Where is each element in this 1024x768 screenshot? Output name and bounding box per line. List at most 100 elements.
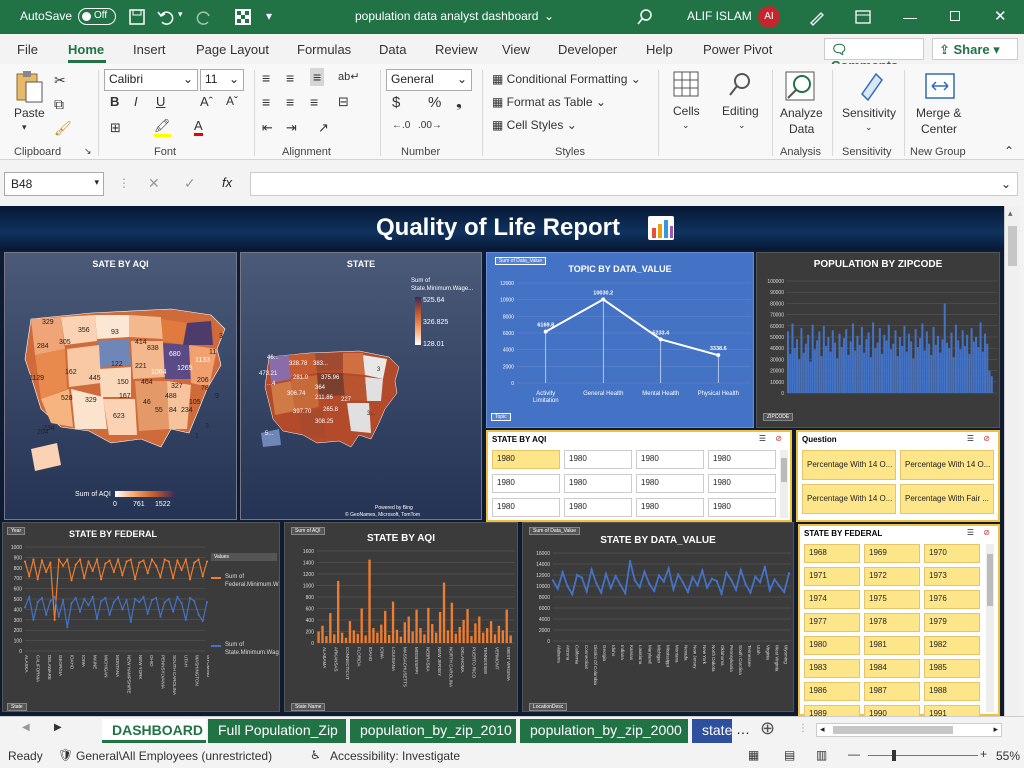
decrease-decimal-icon[interactable]: .00→ bbox=[418, 120, 442, 131]
zoom-level[interactable]: 55% bbox=[996, 749, 1020, 763]
align-top-icon[interactable]: ≡ bbox=[262, 70, 270, 86]
sensitivity-status-icon[interactable]: 🛡 bbox=[58, 748, 73, 762]
tab-review[interactable]: Review bbox=[435, 42, 478, 57]
slicer-item[interactable]: 1986 bbox=[804, 682, 860, 701]
grid-icon[interactable] bbox=[234, 8, 252, 26]
tab-help[interactable]: Help bbox=[646, 42, 673, 57]
sensitivity-button[interactable]: Sensitivity bbox=[842, 106, 896, 120]
merge-icon[interactable]: ⊟ bbox=[338, 94, 349, 110]
slicer-item[interactable]: 1980 bbox=[636, 450, 704, 469]
font-color-icon[interactable]: A bbox=[194, 118, 203, 136]
slicer-item[interactable]: 1987 bbox=[864, 682, 920, 701]
undo-icon[interactable] bbox=[156, 8, 174, 26]
fill-color-icon[interactable]: 🖍 bbox=[154, 118, 171, 137]
cells-icon[interactable] bbox=[672, 70, 700, 98]
search-icon[interactable] bbox=[636, 8, 654, 26]
state-name-filter-button[interactable]: State Name bbox=[291, 703, 326, 711]
multi-select-icon[interactable]: ☰ bbox=[759, 434, 766, 443]
align-right-icon[interactable]: ≡ bbox=[310, 94, 318, 110]
tab-dashboard[interactable]: DASHBOARD bbox=[102, 719, 206, 743]
tab-page-layout[interactable]: Page Layout bbox=[196, 42, 269, 57]
tab-power-pivot[interactable]: Power Pivot bbox=[703, 42, 772, 57]
tab-formulas[interactable]: Formulas bbox=[297, 42, 351, 57]
cut-icon[interactable]: ✂ bbox=[54, 72, 66, 89]
slicer-scrollbar[interactable] bbox=[986, 544, 994, 712]
slicer-item[interactable]: 1977 bbox=[804, 613, 860, 632]
sensitivity-dropdown-icon[interactable]: ⌄ bbox=[865, 122, 873, 133]
slicer-item[interactable]: 1983 bbox=[804, 659, 860, 678]
merge-label-2[interactable]: Center bbox=[921, 122, 957, 136]
percent-icon[interactable]: % bbox=[428, 94, 441, 111]
tab-data[interactable]: Data bbox=[379, 42, 406, 57]
slicer-item[interactable]: 1979 bbox=[924, 613, 980, 632]
slicer-item[interactable]: 1980 bbox=[492, 450, 560, 469]
analyze-data-icon[interactable] bbox=[784, 70, 816, 102]
zoom-slider-thumb[interactable] bbox=[892, 750, 896, 761]
slicer-item[interactable]: 1980 bbox=[564, 450, 632, 469]
italic-icon[interactable]: I bbox=[134, 94, 138, 109]
normal-view-icon[interactable]: ▦ bbox=[748, 748, 759, 762]
customize-toolbar-icon[interactable]: ▾ bbox=[266, 9, 272, 23]
tab-full-population-zip[interactable]: Full Population_Zip bbox=[208, 719, 346, 743]
comma-icon[interactable]: ❟ bbox=[456, 94, 462, 111]
scroll-thumb[interactable] bbox=[1008, 226, 1017, 266]
slicer-item[interactable]: 1969 bbox=[864, 544, 920, 563]
us-map-state[interactable] bbox=[259, 349, 409, 449]
aqi-bar-chart[interactable]: 0 200 400 600 800 1000 1200 1400 1600 ALABAMA ARKA… bbox=[285, 543, 518, 703]
slicer-item[interactable]: 1981 bbox=[864, 636, 920, 655]
state-filter-button[interactable]: State bbox=[7, 703, 27, 711]
tab-population-2000[interactable]: population_by_zip_2000 bbox=[520, 719, 688, 743]
enter-icon[interactable]: ✓ bbox=[184, 175, 196, 192]
slicer-item[interactable]: 1973 bbox=[924, 567, 980, 586]
topic-line-chart[interactable]: 0 2000 4000 6000 8000 10000 12000 6169.8 Activit… bbox=[487, 275, 754, 415]
slicer-item[interactable]: 1975 bbox=[864, 590, 920, 609]
slicer-item[interactable]: 1980 bbox=[564, 474, 632, 493]
tab-population-2010[interactable]: population_by_zip_2010 bbox=[350, 719, 516, 743]
next-sheet-icon[interactable]: ▶ bbox=[54, 722, 62, 733]
number-format-select[interactable]: General ⌄ bbox=[386, 69, 472, 91]
minimize-icon[interactable]: — bbox=[903, 9, 917, 25]
avatar[interactable]: AI bbox=[758, 6, 780, 28]
save-icon[interactable] bbox=[128, 8, 146, 26]
slicer-item[interactable]: 1985 bbox=[924, 659, 980, 678]
title-dropdown-icon[interactable]: ⌄ bbox=[544, 9, 554, 23]
analyze-label[interactable]: Analyze bbox=[780, 106, 823, 120]
slicer-item[interactable]: 1980 bbox=[804, 636, 860, 655]
close-icon[interactable]: ✕ bbox=[994, 7, 1007, 25]
slicer-item[interactable]: Percentage With 14 O... bbox=[802, 484, 896, 514]
add-sheet-icon[interactable]: ⊕ bbox=[760, 718, 775, 739]
tab-developer[interactable]: Developer bbox=[558, 42, 617, 57]
status-accessibility[interactable]: Accessibility: Investigate bbox=[330, 749, 460, 763]
format-as-table-button[interactable]: ▦ Format as Table ⌄ bbox=[492, 95, 606, 109]
slicer-item[interactable]: 1970 bbox=[924, 544, 980, 563]
scroll-up-icon[interactable]: ▴ bbox=[1008, 208, 1013, 219]
slicer-item[interactable]: 1982 bbox=[924, 636, 980, 655]
clear-filter-icon[interactable]: ⊘ bbox=[775, 434, 782, 443]
page-break-view-icon[interactable]: ▥ bbox=[816, 748, 827, 762]
analyze-label-2[interactable]: Data bbox=[789, 122, 814, 136]
autosave-toggle[interactable]: Off bbox=[78, 8, 116, 25]
merge-center-icon[interactable] bbox=[924, 70, 956, 102]
popzip-bar-chart[interactable]: 0 10000 20000 30000 40000 50000 60000 70000 8000… bbox=[757, 275, 1000, 415]
border-icon[interactable]: ⊞ bbox=[110, 120, 121, 136]
cells-button[interactable]: Cells bbox=[673, 104, 700, 118]
paste-dropdown-icon[interactable]: ▾ bbox=[22, 122, 27, 133]
clipboard-launcher-icon[interactable]: ↘ bbox=[84, 146, 92, 157]
align-middle-icon[interactable]: ≡ bbox=[286, 70, 294, 86]
slicer-scroll-thumb[interactable] bbox=[781, 458, 787, 482]
bold-icon[interactable]: B bbox=[110, 94, 119, 109]
redo-icon[interactable] bbox=[196, 8, 214, 26]
collapse-ribbon-icon[interactable]: ⌃ bbox=[1004, 144, 1014, 158]
dv-field-button[interactable]: Sum of Data_Value bbox=[529, 527, 580, 535]
slicer-item[interactable]: 1980 bbox=[636, 498, 704, 517]
document-title[interactable]: population data analyst dashboard bbox=[355, 9, 538, 23]
page-layout-view-icon[interactable]: ▤ bbox=[784, 748, 795, 762]
horizontal-scrollbar[interactable]: ◂ ▸ bbox=[816, 723, 1002, 737]
popzip-filter-button[interactable]: ZIPCODE bbox=[763, 413, 794, 421]
clear-filter-icon[interactable]: ⊘ bbox=[983, 434, 990, 443]
slicer-item[interactable]: 1971 bbox=[804, 567, 860, 586]
orientation-icon[interactable]: ↗ bbox=[318, 120, 329, 136]
insert-function-icon[interactable]: fx bbox=[222, 175, 232, 190]
tab-home[interactable]: Home bbox=[68, 42, 104, 57]
more-sheets-icon[interactable]: … bbox=[736, 721, 750, 737]
